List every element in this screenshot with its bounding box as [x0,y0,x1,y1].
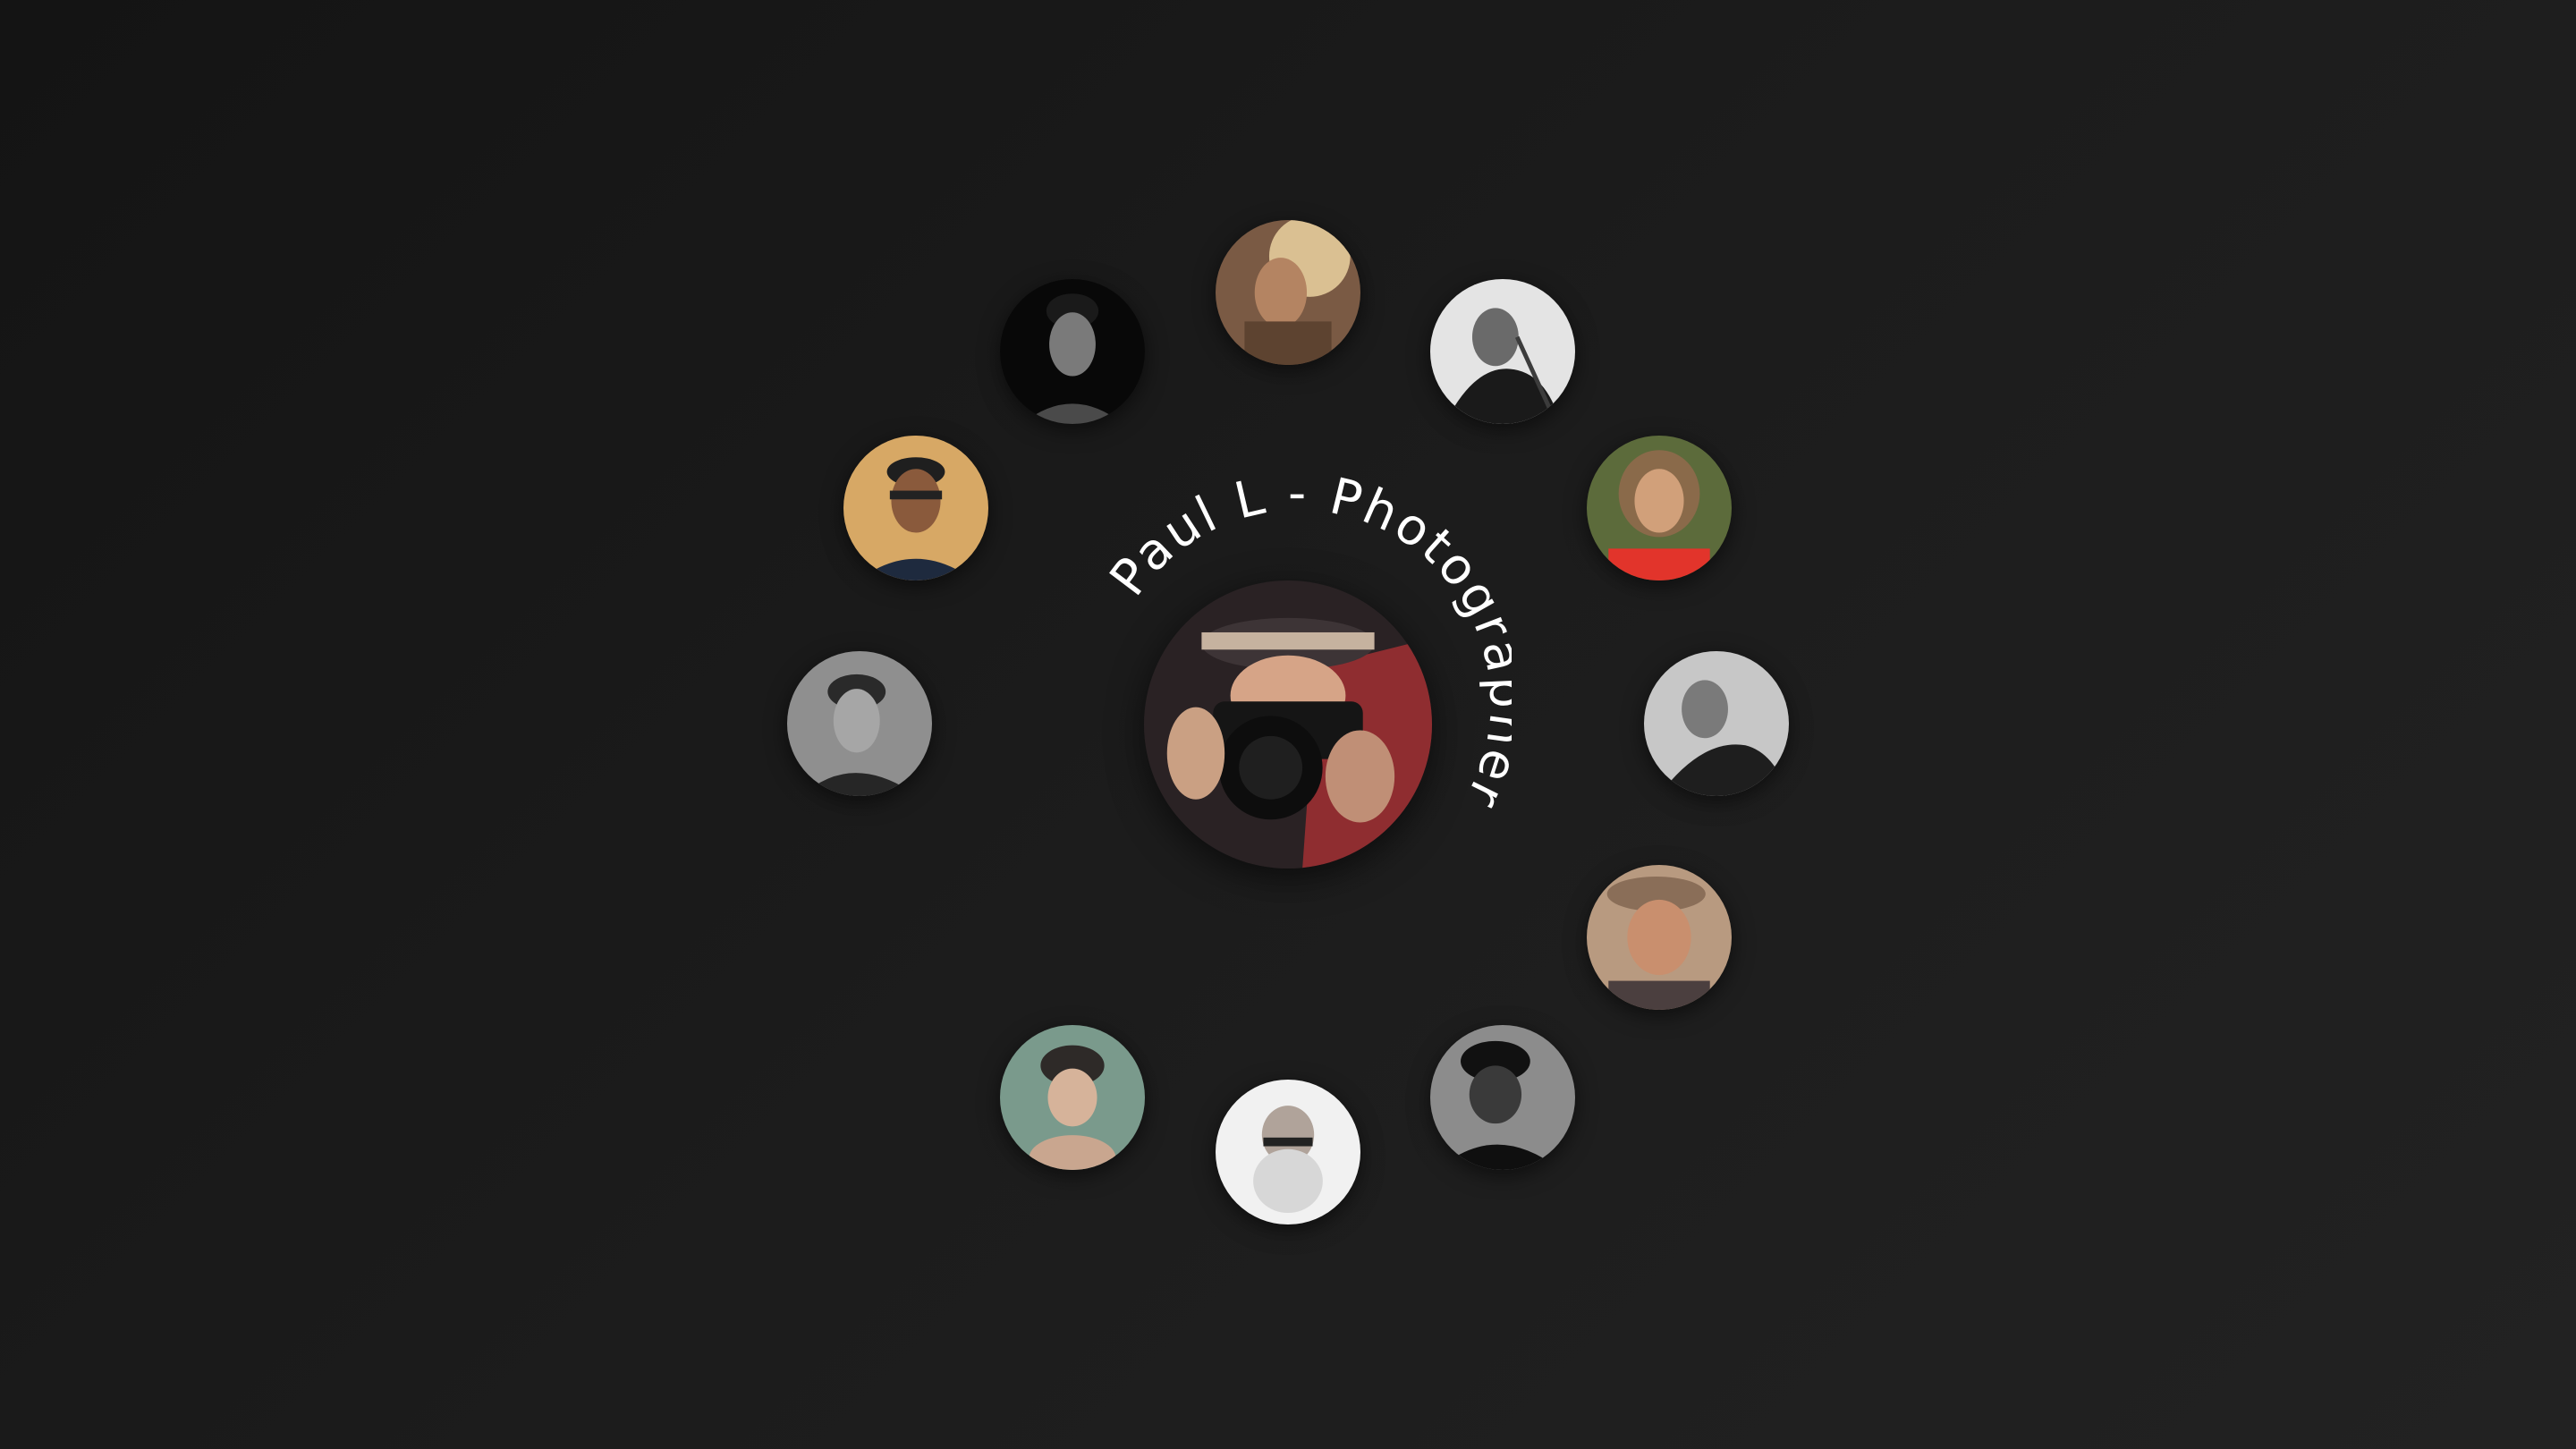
portrait-photo [1216,220,1360,365]
center-profile-photo[interactable] [1144,580,1432,869]
avatar-right-upper[interactable] [1587,436,1732,580]
avatar-left[interactable] [787,651,932,796]
portrait-photo [1000,1025,1145,1170]
avatar-right-lower[interactable] [1587,865,1732,1010]
portrait-photo [1216,1080,1360,1224]
avatar-bottom[interactable] [1216,1080,1360,1224]
photographer-photo [1144,580,1432,869]
avatar-right[interactable] [1644,651,1789,796]
profile-orbit: Paul L - Photographer [0,0,2576,1449]
avatar-bottom-right[interactable] [1430,1025,1575,1170]
avatar-bottom-left[interactable] [1000,1025,1145,1170]
avatar-top-left[interactable] [1000,279,1145,424]
avatar-left-upper[interactable] [843,436,988,580]
portrait-photo [1644,651,1789,796]
portrait-photo [787,651,932,796]
portrait-photo [1587,865,1732,1010]
portrait-photo [843,436,988,580]
portrait-photo [1000,279,1145,424]
portrait-photo [1430,279,1575,424]
avatar-top[interactable] [1216,220,1360,365]
avatar-top-right[interactable] [1430,279,1575,424]
portrait-photo [1587,436,1732,580]
portrait-photo [1430,1025,1575,1170]
